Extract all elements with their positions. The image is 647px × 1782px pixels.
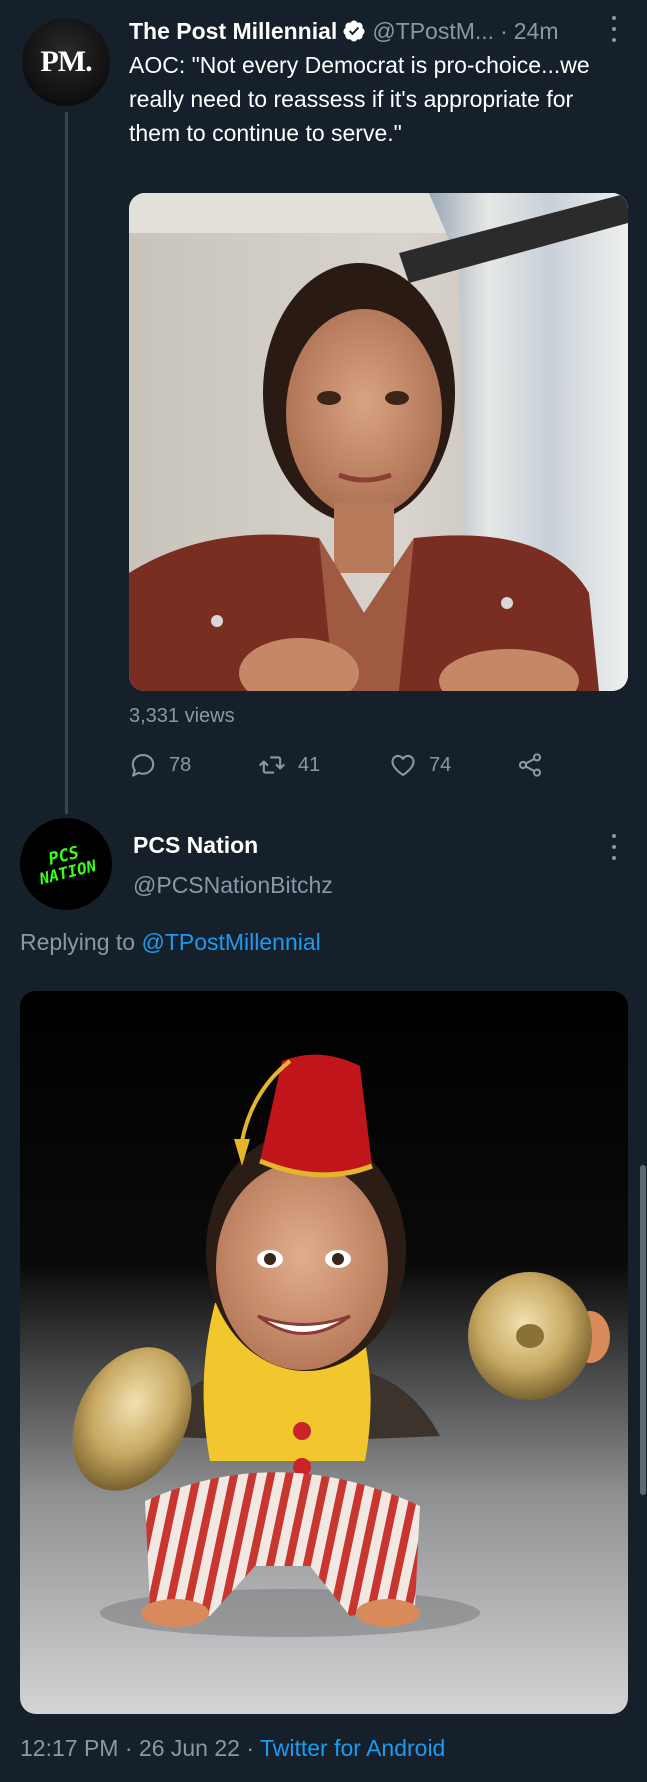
replying-prefix: Replying to	[20, 929, 136, 955]
tweet-date: 26 Jun 22	[138, 1735, 240, 1761]
avatar-logo-text: PM.	[40, 45, 92, 78]
author-name[interactable]: PCS Nation	[133, 832, 258, 859]
thread-connector-line	[65, 112, 68, 814]
tweet-timestamp[interactable]: 24m	[514, 18, 559, 45]
replying-handle-link[interactable]: @TPostMillennial	[141, 929, 320, 955]
verified-badge-icon	[343, 20, 365, 42]
like-icon	[391, 754, 415, 776]
scrollbar-thumb[interactable]	[640, 1165, 646, 1495]
retweet-count: 41	[298, 753, 321, 776]
retweet-icon	[259, 756, 285, 774]
view-count: 3,331 views	[129, 705, 235, 727]
reply-icon	[131, 754, 155, 777]
author-handle[interactable]: @PCSNationBitchz	[133, 872, 333, 899]
tweet-meta: 12:17 PM · 26 Jun 22 · Twitter for Andro…	[20, 1735, 445, 1762]
separator-dot: ·	[246, 1735, 254, 1761]
pcs-nation-logo: PCS NATION	[37, 842, 99, 888]
reply-button[interactable]: 78	[129, 748, 191, 782]
replying-to: Replying to @TPostMillennial	[20, 929, 321, 956]
like-count: 74	[429, 753, 452, 776]
share-button[interactable]	[516, 748, 556, 782]
tweet-source-link[interactable]: Twitter for Android	[260, 1735, 445, 1761]
more-icon[interactable]	[609, 16, 619, 42]
tweet-text: AOC: "Not every Democrat is pro-choice..…	[129, 52, 590, 146]
share-icon	[518, 753, 542, 777]
pcs-nation-avatar[interactable]: PCS NATION	[20, 818, 112, 910]
tweet-actions: 78 41 74	[129, 748, 569, 782]
separator-dot: ·	[500, 17, 508, 44]
tweet-image[interactable]	[20, 991, 628, 1714]
like-button[interactable]: 74	[389, 748, 451, 782]
more-icon[interactable]	[609, 834, 619, 860]
tweet-time: 12:17 PM	[20, 1735, 119, 1761]
reply-count: 78	[169, 753, 192, 776]
retweet-button[interactable]: 41	[258, 748, 320, 782]
meme-image	[20, 991, 628, 1714]
tweet-header: The Post Millennial @TPostM... · 24m	[129, 14, 629, 48]
tweet-video[interactable]	[129, 193, 628, 691]
post-millennial-avatar[interactable]: PM.	[22, 18, 110, 106]
author-handle[interactable]: @TPostM...	[372, 18, 494, 45]
author-name[interactable]: The Post Millennial	[129, 18, 337, 45]
video-thumbnail	[129, 193, 628, 691]
separator-dot: ·	[124, 1735, 133, 1761]
